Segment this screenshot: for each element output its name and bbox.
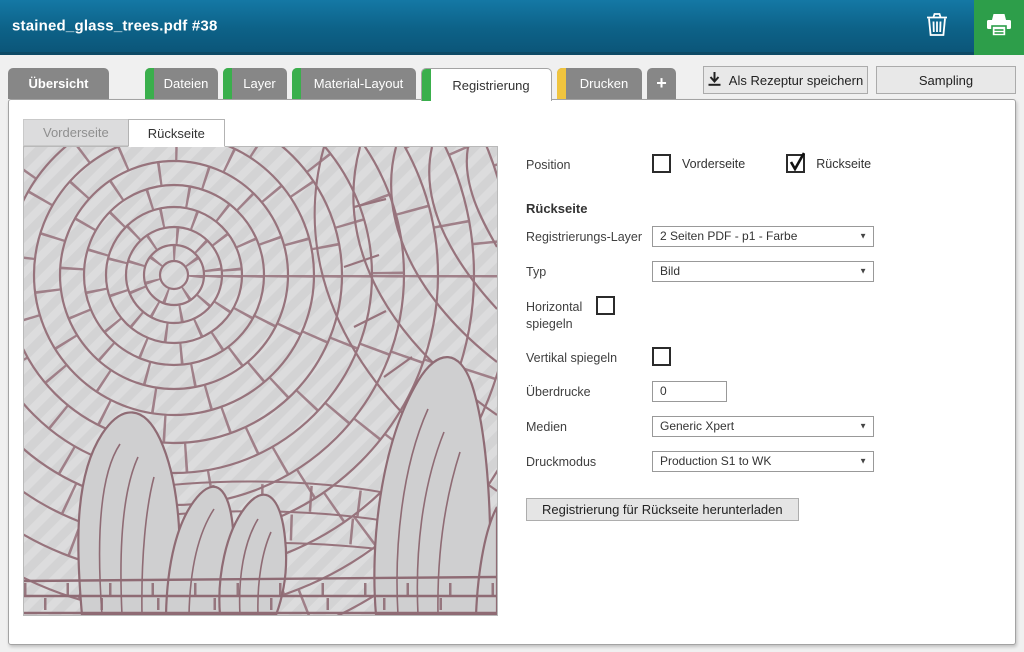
position-back-option: Rückseite — [786, 154, 871, 173]
subtab-rueckseite[interactable]: Rückseite — [128, 119, 225, 147]
subtab-label: Vorderseite — [43, 125, 109, 140]
vertikal-spiegeln-label: Vertikal spiegeln — [526, 347, 652, 367]
druckmodus-select[interactable]: Production S1 to WK ▼ — [652, 451, 874, 472]
tab-uebersicht[interactable]: Übersicht — [8, 68, 109, 99]
ueberdrucke-row: Überdrucke — [526, 381, 898, 402]
tab-label: Material-Layout — [314, 76, 404, 91]
panel-content: Position Vorderseite Rückseite — [9, 146, 1015, 616]
tab-label: Registrierung — [452, 78, 529, 93]
top-actions: Als Rezeptur speichern Sampling — [703, 66, 1016, 94]
download-registration-button[interactable]: Registrierung für Rückseite herunterlade… — [526, 498, 799, 521]
document-title: stained_glass_trees.pdf #38 — [12, 18, 218, 35]
dropdown-arrow-icon: ▼ — [859, 232, 867, 241]
dropdown-arrow-icon: ▼ — [859, 267, 867, 276]
tab-status-stripe — [422, 69, 431, 101]
save-recipe-button[interactable]: Als Rezeptur speichern — [703, 66, 868, 94]
typ-label: Typ — [526, 261, 652, 281]
sampling-label: Sampling — [919, 73, 973, 88]
subtab-label: Rückseite — [148, 126, 205, 141]
tab-status-stripe — [292, 68, 301, 99]
registration-form: Position Vorderseite Rückseite — [526, 146, 898, 521]
select-value: Generic Xpert — [660, 419, 734, 433]
dropdown-arrow-icon: ▼ — [859, 457, 867, 466]
registration-panel: Vorderseite Rückseite — [8, 99, 1016, 645]
plus-icon: + — [656, 73, 667, 94]
tab-label: Layer — [243, 76, 276, 91]
tab-material-layout[interactable]: Material-Layout — [292, 68, 416, 99]
position-row: Position Vorderseite Rückseite — [526, 154, 898, 174]
dropdown-arrow-icon: ▼ — [859, 422, 867, 431]
medien-row: Medien Generic Xpert ▼ — [526, 416, 898, 437]
horizontal-spiegeln-checkbox[interactable] — [596, 296, 615, 315]
title-bar: stained_glass_trees.pdf #38 — [0, 0, 1024, 55]
horizontal-spiegeln-row: Horizontal spiegeln — [526, 296, 898, 333]
position-label: Position — [526, 154, 652, 174]
ueberdrucke-input[interactable] — [652, 381, 727, 402]
rueckseite-checkbox-label: Rückseite — [816, 157, 871, 171]
druckmodus-label: Druckmodus — [526, 451, 652, 471]
select-value: Bild — [660, 264, 680, 278]
medien-label: Medien — [526, 416, 652, 436]
select-value: 2 Seiten PDF - p1 - Farbe — [660, 229, 797, 243]
save-recipe-label: Als Rezeptur speichern — [729, 73, 863, 88]
registrierungs-layer-select[interactable]: 2 Seiten PDF - p1 - Farbe ▼ — [652, 226, 874, 247]
vorderseite-checkbox[interactable] — [652, 154, 671, 173]
registrierungs-layer-row: Registrierungs-Layer 2 Seiten PDF - p1 -… — [526, 226, 898, 247]
print-button[interactable] — [974, 0, 1024, 55]
tab-registrierung[interactable]: Registrierung — [421, 68, 552, 101]
vorderseite-checkbox-label: Vorderseite — [682, 157, 745, 171]
delete-button[interactable] — [914, 0, 960, 52]
select-value: Production S1 to WK — [660, 454, 771, 468]
typ-select[interactable]: Bild ▼ — [652, 261, 874, 282]
tab-status-stripe — [223, 68, 232, 99]
tab-drucken[interactable]: Drucken — [557, 68, 642, 99]
add-tab-button[interactable]: + — [647, 68, 676, 99]
sampling-button[interactable]: Sampling — [876, 66, 1016, 94]
main-tab-bar: Übersicht Dateien Layer Material-Layout … — [8, 68, 676, 101]
section-heading: Rückseite — [526, 201, 898, 216]
artwork-preview — [23, 146, 498, 616]
trash-icon — [926, 12, 948, 40]
druckmodus-row: Druckmodus Production S1 to WK ▼ — [526, 451, 898, 472]
download-icon — [708, 72, 721, 89]
tab-status-stripe — [145, 68, 154, 99]
vertikal-spiegeln-row: Vertikal spiegeln — [526, 347, 898, 367]
registrierungs-layer-label: Registrierungs-Layer — [526, 226, 652, 246]
tab-status-stripe — [557, 68, 566, 99]
tab-label: Drucken — [580, 76, 628, 91]
subtab-vorderseite[interactable]: Vorderseite — [23, 119, 128, 146]
tab-layer[interactable]: Layer — [223, 68, 287, 99]
vertikal-spiegeln-checkbox[interactable] — [652, 347, 671, 366]
position-front-option: Vorderseite — [652, 154, 745, 173]
rueckseite-checkbox[interactable] — [786, 154, 805, 173]
tab-label: Dateien — [164, 76, 209, 91]
tab-dateien[interactable]: Dateien — [145, 68, 218, 99]
ueberdrucke-label: Überdrucke — [526, 381, 652, 401]
tab-label: Übersicht — [29, 76, 89, 91]
side-tab-bar: Vorderseite Rückseite — [23, 119, 1015, 146]
medien-select[interactable]: Generic Xpert ▼ — [652, 416, 874, 437]
typ-row: Typ Bild ▼ — [526, 261, 898, 282]
horizontal-spiegeln-label: Horizontal spiegeln — [526, 296, 596, 333]
printer-icon — [985, 12, 1013, 41]
